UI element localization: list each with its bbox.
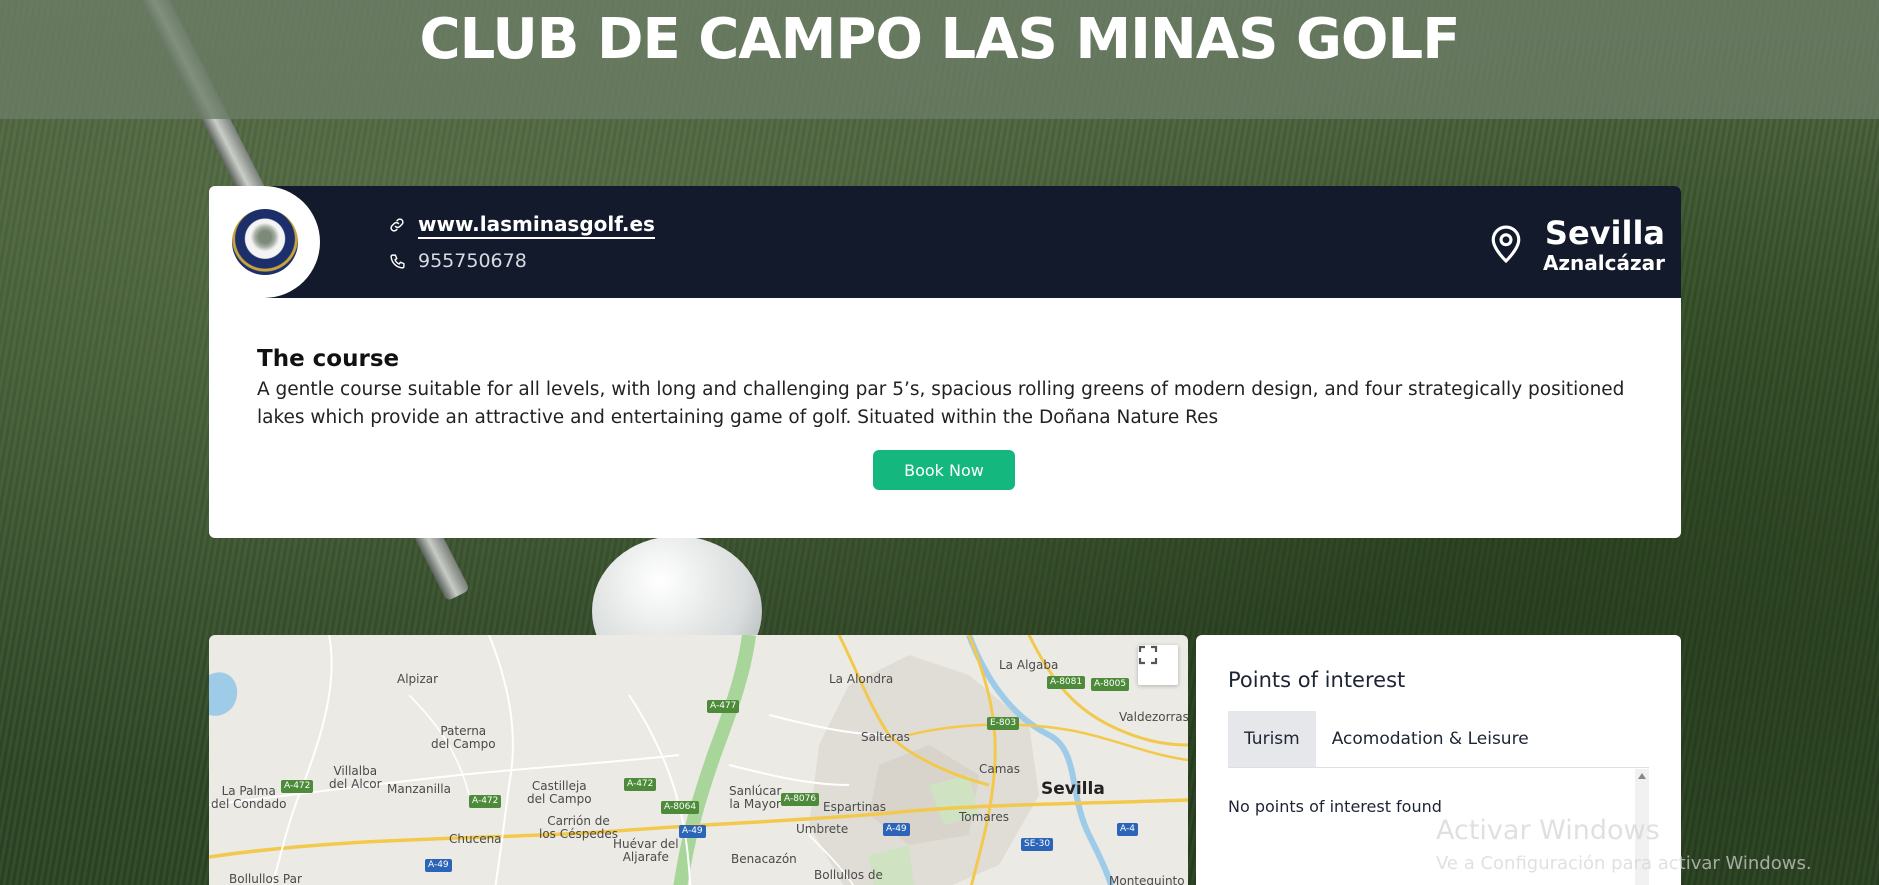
course-description: A gentle course suitable for all levels,… — [257, 379, 1625, 428]
map-label-salteras: Salteras — [861, 730, 910, 744]
contact-info: www.lasminasgolf.es 955750678 — [386, 212, 655, 284]
location-text: Sevilla Aznalcázar — [1543, 216, 1665, 276]
book-now-button[interactable]: Book Now — [873, 450, 1015, 490]
tab-turism[interactable]: Turism — [1228, 711, 1316, 767]
scroll-up-arrow-icon[interactable] — [1638, 773, 1646, 779]
poi-title: Points of interest — [1228, 668, 1406, 692]
course-title: The course — [257, 346, 400, 372]
road-badge-a4: A-4 — [1117, 823, 1138, 836]
map-label-paterna: Paterna del Campo — [431, 724, 496, 751]
poi-tabs: Turism Acomodation & Leisure — [1228, 711, 1649, 768]
location-map[interactable]: Alpizar Paterna del Campo Villalba del A… — [209, 635, 1188, 885]
map-label-castilleja: Castilleja del Campo — [527, 779, 592, 806]
map-label-la-palma: La Palma del Condado — [211, 784, 287, 811]
club-info-bar: www.lasminasgolf.es 955750678 Sevilla Az… — [209, 186, 1681, 298]
map-label-la-algaba: La Algaba — [999, 658, 1059, 672]
phone-number: 955750678 — [418, 250, 527, 272]
phone-icon — [386, 250, 408, 272]
location-city: Sevilla — [1544, 214, 1665, 252]
poi-empty-message: No points of interest found — [1228, 797, 1442, 816]
club-logo-container — [209, 186, 320, 298]
header-band: CLUB DE CAMPO LAS MINAS GOLF — [0, 0, 1879, 119]
map-label-carrion: Carrión de los Céspedes — [539, 814, 619, 841]
club-crest-logo-icon — [231, 209, 298, 275]
map-label-sevilla: Sevilla — [1041, 779, 1105, 799]
map-label-villalba: Villalba del Alcor — [329, 764, 382, 791]
map-label-alpizar: Alpizar — [397, 672, 439, 686]
map-label-benacazon: Benacazón — [731, 852, 797, 866]
map-label-tomares: Tomares — [959, 810, 1009, 824]
map-label-sanlucar: Sanlúcar la Mayor — [729, 784, 782, 811]
map-label-manzanilla: Manzanilla — [387, 782, 451, 796]
phone-row: 955750678 — [386, 248, 655, 274]
watermark-title: Activar Windows — [1436, 815, 1660, 846]
tab-acomodation-leisure[interactable]: Acomodation & Leisure — [1316, 711, 1545, 767]
road-badge-se30: SE-30 — [1021, 838, 1054, 851]
map-label-umbrete: Umbrete — [796, 822, 849, 836]
map-label-la-alondra: La Alondra — [829, 672, 894, 686]
watermark-subtitle: Ve a Configuración para activar Windows. — [1436, 853, 1812, 874]
map-label-huevar: Huévar del Aljarafe — [613, 837, 679, 864]
map-label-bollullos-mitacion: Bollullos de — [814, 868, 883, 882]
road-badge-a8064: A-8064 — [661, 801, 700, 814]
map-label-valdezorras: Valdezorras — [1119, 710, 1188, 724]
map-label-camas: Camas — [979, 762, 1021, 776]
website-link[interactable]: www.lasminasgolf.es — [418, 212, 655, 239]
map-label-espartinas: Espartinas — [823, 800, 886, 814]
road-badge-a472: A-472 — [469, 795, 502, 808]
page-title: CLUB DE CAMPO LAS MINAS GOLF — [419, 7, 1461, 72]
road-badge-e803: E-803 — [987, 717, 1020, 730]
map-fullscreen-button[interactable] — [1138, 645, 1178, 685]
road-badge-a477: A-477 — [707, 700, 740, 713]
link-icon — [386, 214, 408, 236]
road-badge-a472: A-472 — [281, 780, 314, 793]
club-info-card: www.lasminasgolf.es 955750678 Sevilla Az… — [209, 186, 1681, 538]
location-info: Sevilla Aznalcázar — [1489, 216, 1665, 276]
map-label-chucena: Chucena — [449, 832, 502, 846]
road-badge-a49: A-49 — [679, 825, 706, 838]
road-badge-a472: A-472 — [624, 778, 657, 791]
road-badge-a8081: A-8081 — [1047, 676, 1086, 689]
road-badge-a49: A-49 — [425, 859, 452, 872]
location-town: Aznalcázar — [1542, 251, 1665, 275]
windows-activation-watermark: Activar Windows Ve a Configuración para … — [1436, 814, 1812, 876]
road-badge-a8076: A-8076 — [781, 793, 820, 806]
road-badge-a8005: A-8005 — [1091, 678, 1130, 691]
fullscreen-icon — [1138, 645, 1158, 665]
website-row: www.lasminasgolf.es — [386, 212, 655, 239]
map-pin-icon — [1489, 224, 1523, 268]
map-label-bollullos-par: Bollullos Par — [229, 872, 302, 885]
map-label-montequinto: Montequinto — [1109, 874, 1185, 885]
course-section: The course A gentle course suitable for … — [257, 346, 1637, 432]
road-badge-a49: A-49 — [883, 823, 910, 836]
